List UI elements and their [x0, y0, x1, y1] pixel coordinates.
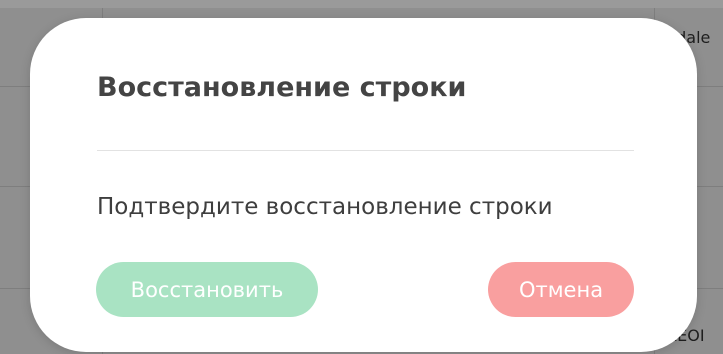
overlay-top-strip [0, 0, 723, 8]
cancel-button[interactable]: Отмена [488, 262, 634, 317]
dialog-message: Подтвердите восстановление строки [97, 194, 553, 220]
dialog-divider [97, 150, 634, 151]
restore-button[interactable]: Восстановить [96, 262, 318, 317]
dialog-title: Восстановление строки [97, 72, 467, 103]
restore-row-dialog: Восстановление строки Подтвердите восста… [30, 18, 697, 352]
